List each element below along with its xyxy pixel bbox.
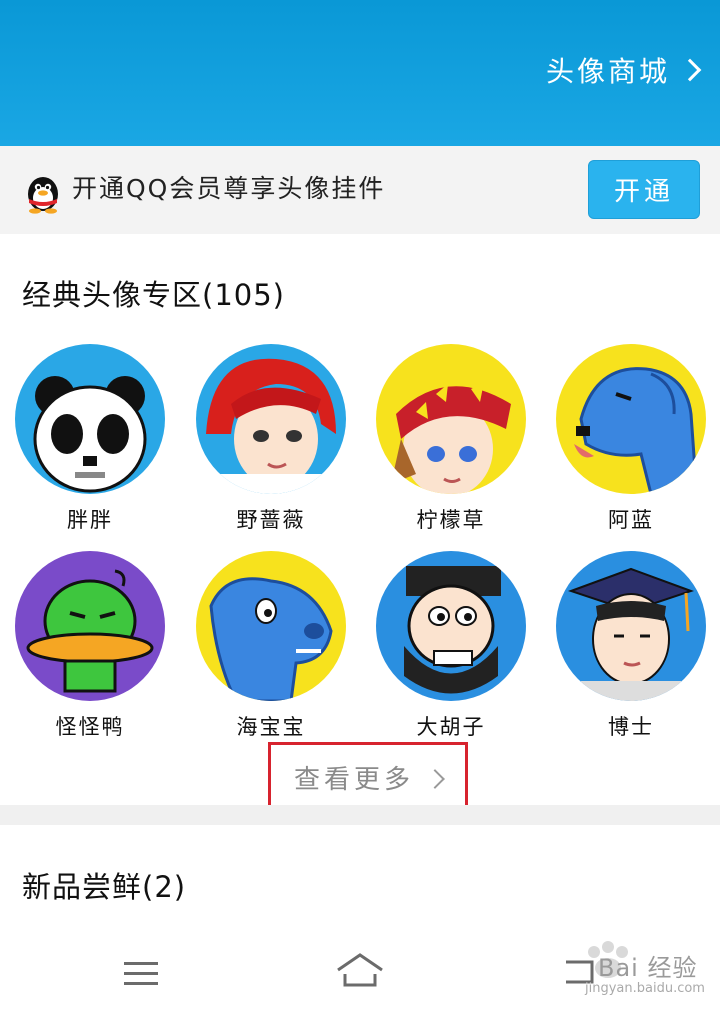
- watermark-url: jingyan.baidu.com: [585, 981, 705, 996]
- chevron-right-icon: [678, 58, 702, 82]
- avatar-yeqiangwei[interactable]: [196, 344, 346, 494]
- avatar-name: 怪怪鸭: [55, 715, 125, 739]
- watermark-text: Bai 经验: [598, 954, 698, 982]
- chevron-right-icon: [425, 769, 445, 789]
- avatar-shop-link[interactable]: 头像商城: [545, 50, 702, 90]
- avatar-name: 海宝宝: [236, 715, 306, 739]
- avatar-guaiguaiya[interactable]: [15, 551, 165, 701]
- avatar-name: 大胡子: [416, 715, 486, 739]
- redhead-girl-icon: [196, 344, 346, 494]
- menu-icon[interactable]: [124, 962, 158, 986]
- doctor-cap-icon: [556, 551, 706, 701]
- avatar-ningmengcao[interactable]: [376, 344, 526, 494]
- qq-penguin-icon: [28, 177, 58, 214]
- new-section-title: 新品尝鲜(2): [22, 870, 187, 904]
- avatar-name: 阿蓝: [608, 508, 654, 532]
- classic-section-title: 经典头像专区(105): [22, 278, 285, 312]
- green-duck-icon: [15, 551, 165, 701]
- vip-promo-text: 开通QQ会员尊享头像挂件: [72, 174, 386, 203]
- avatar-pangpang[interactable]: [15, 344, 165, 494]
- avatar-boshi[interactable]: [556, 551, 706, 701]
- section-divider: [0, 805, 720, 825]
- blue-dog-icon: [556, 344, 706, 494]
- avatar-dahuzi[interactable]: [376, 551, 526, 701]
- avatar-name: 胖胖: [67, 508, 113, 532]
- avatar-haibaobao[interactable]: [196, 551, 346, 701]
- avatar-name: 野蔷薇: [236, 508, 306, 532]
- avatar-name: 博士: [608, 715, 654, 739]
- home-icon[interactable]: [336, 952, 384, 988]
- panda-icon: [15, 344, 165, 494]
- bearded-man-icon: [376, 551, 526, 701]
- avatar-alan[interactable]: [556, 344, 706, 494]
- avatar-shop-label: 头像商城: [545, 55, 670, 88]
- blue-seal-icon: [196, 551, 346, 701]
- open-vip-button[interactable]: 开通: [588, 160, 700, 219]
- view-more-button[interactable]: 查看更多: [268, 742, 468, 812]
- view-more-label: 查看更多: [293, 764, 414, 795]
- bandana-kid-icon: [376, 344, 526, 494]
- header-banner: 头像商城: [0, 0, 720, 146]
- avatar-name: 柠檬草: [416, 508, 486, 532]
